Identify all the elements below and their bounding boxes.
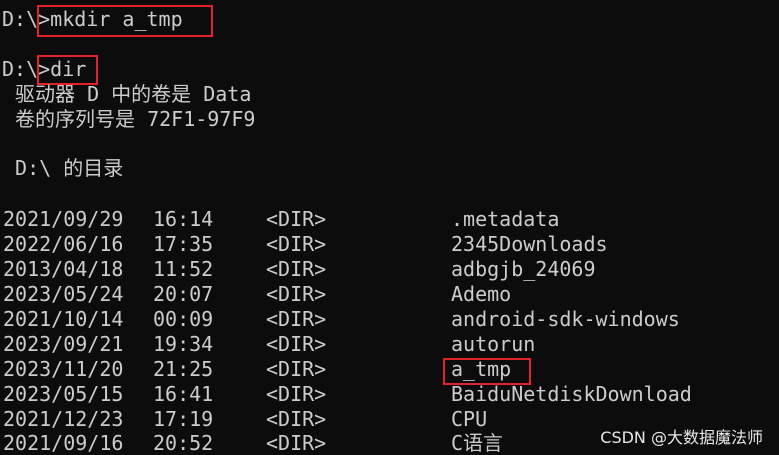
entry-type: <DIR> [266, 407, 327, 431]
directory-heading: D:\ 的目录 [3, 156, 124, 180]
entry-type: <DIR> [266, 332, 327, 356]
entry-time: 21:25 [153, 357, 214, 381]
entry-date: 2023/05/15 [3, 382, 124, 406]
entry-date: 2021/09/29 [3, 207, 124, 231]
dir-entry-row: 2023/05/24 20:07 <DIR> Ademo [3, 282, 763, 307]
entry-date: 2023/05/24 [3, 282, 124, 306]
entry-time: 17:19 [153, 407, 214, 431]
entry-date: 2023/11/20 [3, 357, 124, 381]
entry-date: 2023/09/21 [3, 332, 124, 356]
entry-time: 16:14 [153, 207, 214, 231]
dir-entry-row: 2021/10/14 00:09 <DIR> android-sdk-windo… [3, 307, 763, 332]
entry-time: 16:41 [153, 382, 214, 406]
entry-type: <DIR> [266, 257, 327, 281]
entry-name: 2345Downloads [451, 232, 608, 256]
entry-name: CPU [451, 407, 488, 431]
dir-command: dir [50, 57, 87, 81]
dir-entry-row-a-tmp: 2023/11/20 21:25 <DIR> a_tmp [3, 357, 763, 382]
entry-name: BaiduNetdiskDownload [451, 382, 692, 406]
entry-type: <DIR> [266, 232, 327, 256]
dir-entry-row: 2023/09/21 19:34 <DIR> autorun [3, 332, 763, 357]
dir-entry-row: 2022/06/16 17:35 <DIR> 2345Downloads [3, 232, 763, 257]
entry-time: 20:07 [153, 282, 214, 306]
entry-type: <DIR> [266, 431, 327, 455]
entry-time: 20:52 [153, 431, 214, 455]
entry-name: .metadata [451, 207, 560, 231]
dir-entry-row: 2023/05/15 16:41 <DIR> BaiduNetdiskDownl… [3, 382, 763, 407]
entry-name: a_tmp [451, 357, 512, 381]
entry-name: C语言 [451, 431, 504, 455]
entry-name: autorun [451, 332, 536, 356]
entry-type: <DIR> [266, 282, 327, 306]
entry-date: 2021/10/14 [3, 307, 124, 331]
entry-name: android-sdk-windows [451, 307, 680, 331]
entry-time: 11:52 [153, 257, 214, 281]
entry-date: 2021/12/23 [3, 407, 124, 431]
entry-type: <DIR> [266, 307, 327, 331]
csdn-watermark: CSDN @大数据魔法师 [600, 428, 763, 447]
entry-name: Ademo [451, 282, 512, 306]
volume-label-line: 驱动器 D 中的卷是 Data [3, 82, 252, 106]
prompt: D:\> [2, 7, 51, 31]
entry-type: <DIR> [266, 207, 327, 231]
console-window[interactable]: D:\>mkdir a_tmp D:\>dir 驱动器 D 中的卷是 Data … [0, 0, 779, 455]
command-line-mkdir: D:\>mkdir a_tmp [2, 7, 183, 32]
volume-serial-line: 卷的序列号是 72F1-97F9 [3, 107, 256, 131]
entry-date: 2013/04/18 [3, 257, 124, 281]
mkdir-command: mkdir a_tmp [50, 7, 183, 31]
entry-date: 2021/09/16 [3, 431, 124, 455]
dir-entry-row: 2013/04/18 11:52 <DIR> adbgjb_24069 [3, 257, 763, 282]
entry-time: 17:35 [153, 232, 214, 256]
command-line-dir: D:\>dir [2, 57, 86, 82]
entry-type: <DIR> [266, 357, 327, 381]
entry-date: 2022/06/16 [3, 232, 124, 256]
prompt: D:\> [2, 57, 51, 81]
entry-name: adbgjb_24069 [451, 257, 596, 281]
entry-time: 00:09 [153, 307, 214, 331]
dir-entry-row: 2021/09/29 16:14 <DIR> .metadata [3, 207, 763, 232]
entry-type: <DIR> [266, 382, 327, 406]
entry-time: 19:34 [153, 332, 214, 356]
